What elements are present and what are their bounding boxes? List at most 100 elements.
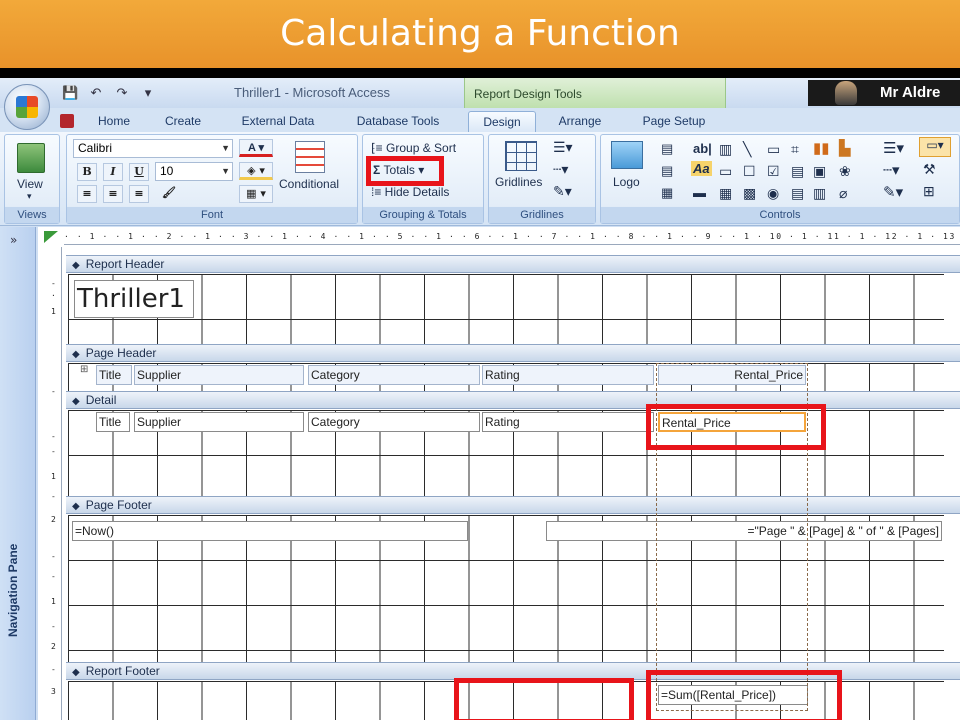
font-group: Calibri ▼ 10 ▼ B I U ≡ ≡ ≡ 🖌 A ▾ ◈ ▾ ▦ ▾… [66, 134, 358, 224]
line-type-2-icon[interactable]: ┄▾ [883, 161, 900, 179]
font-name-combo[interactable]: Calibri ▼ [73, 139, 233, 158]
view-dropdown-icon[interactable]: ▾ [27, 191, 32, 202]
tab-design[interactable]: Design [468, 111, 536, 132]
report-header-section[interactable]: Thriller1 [68, 274, 944, 344]
page-header-rental-price-label[interactable]: Rental_Price [658, 365, 806, 385]
logo-button[interactable]: Logo [613, 175, 640, 189]
align-center-icon[interactable]: ≡ [103, 185, 123, 203]
date-time-icon[interactable]: ▦ [661, 185, 673, 201]
font-size-combo[interactable]: 10 ▼ [155, 162, 233, 181]
report-design-surface[interactable]: · · 1 · · 1 · · 2 · · 1 · · 3 · · 1 · · … [38, 227, 960, 720]
save-icon[interactable]: 💾 [62, 86, 78, 102]
line-color-icon[interactable]: ✎▾ [553, 183, 572, 200]
move-handle-icon[interactable]: ⊞ [80, 364, 88, 375]
page-footer-section[interactable]: =Now() ="Page " & [Page] & " of " & [Pag… [68, 515, 944, 662]
image-tool-icon[interactable]: ▣ [813, 163, 826, 180]
page-break-icon[interactable]: ▤ [791, 185, 804, 202]
undo-icon[interactable]: ↶ [88, 86, 104, 102]
vertical-ruler-mark: - [51, 447, 56, 456]
control-wizards-icon[interactable]: ⊞ [923, 183, 935, 200]
fill-color-icon[interactable]: ◈ ▾ [239, 162, 273, 180]
bound-object-icon[interactable]: ▩ [743, 185, 756, 202]
tab-arrange[interactable]: Arrange [546, 111, 614, 132]
align-left-icon[interactable]: ≡ [77, 185, 97, 203]
tab-page-setup[interactable]: Page Setup [628, 111, 720, 132]
user-avatar-icon [835, 81, 857, 105]
check-box-icon[interactable]: ☑ [767, 163, 780, 180]
font-color-button[interactable]: A ▾ [239, 139, 273, 157]
detail-title-field[interactable]: Title [96, 412, 130, 432]
textbox-tool[interactable]: ab| [693, 141, 712, 156]
label-tool[interactable]: Aa [691, 161, 712, 176]
conditional-button[interactable]: Conditional [279, 177, 339, 191]
rectangle-tool-icon[interactable]: ☐ [743, 163, 756, 180]
access-app-icon[interactable] [60, 111, 74, 132]
combo-box-icon[interactable]: ▤ [791, 163, 804, 180]
tab-database-tools[interactable]: Database Tools [342, 111, 454, 132]
nav-pane-chevron-icon[interactable]: » [10, 233, 17, 247]
group-sort-icon: ⁅≡ [371, 141, 387, 155]
report-selector[interactable] [44, 231, 58, 243]
title-icon[interactable]: ▤ [661, 163, 673, 179]
font-size-value: 10 [160, 164, 174, 178]
page-header-title-label[interactable]: Title [96, 365, 132, 385]
report-header-bar[interactable]: ◆ Report Header [66, 255, 960, 273]
line-color-2-icon[interactable]: ✎▾ [883, 183, 903, 201]
italic-button[interactable]: I [103, 163, 123, 181]
button-tool-icon[interactable]: ▬ [693, 185, 706, 200]
line-type-icon[interactable]: ┄▾ [553, 161, 568, 178]
gridlines-group: Gridlines ☰▾ ┄▾ ✎▾ Gridlines [488, 134, 596, 224]
detail-rating-field[interactable]: Rating [482, 412, 654, 432]
detail-supplier-field[interactable]: Supplier [134, 412, 304, 432]
page-header-category-label[interactable]: Category [308, 365, 480, 385]
tab-create[interactable]: Create [154, 111, 212, 132]
toggle-button-icon[interactable]: ▭ [767, 141, 780, 158]
insert-chart-icon[interactable]: ▙ [839, 139, 851, 157]
line-thickness-2-icon[interactable]: ☰▾ [883, 139, 904, 157]
controls-group: Logo ▤ ▤ ▦ ab| Aa ▬ ▥ ╲ ▭ ⌗ ▮▮ ▙ ▭ ☐ ☑ ▤… [600, 134, 960, 224]
bold-button[interactable]: B [77, 163, 97, 181]
redo-icon[interactable]: ↷ [114, 86, 130, 102]
detail-category-field[interactable]: Category [308, 412, 480, 432]
vertical-ruler-mark: - [51, 387, 56, 396]
page-header-bar[interactable]: ◆ Page Header [66, 344, 960, 362]
page-footer-bar[interactable]: ◆ Page Footer [66, 496, 960, 514]
vertical-ruler-mark: - [51, 665, 56, 674]
option-group-icon[interactable]: ⌗ [791, 141, 799, 158]
subform-icon[interactable]: ▦ [719, 185, 732, 202]
view-button[interactable]: View [17, 177, 43, 191]
attachment-icon[interactable]: ▥ [813, 185, 826, 202]
group-sort-button[interactable]: ⁅≡ Group & Sort [371, 141, 456, 155]
tab-home[interactable]: Home [88, 111, 140, 132]
underline-button[interactable]: U [129, 163, 149, 181]
unbound-object-icon[interactable]: ❀ [839, 163, 851, 180]
gridlines-button[interactable]: Gridlines [495, 175, 542, 189]
page-header-section[interactable]: ⊞ Title Supplier Category Rating Rental_… [68, 363, 944, 391]
tab-external-data[interactable]: External Data [228, 111, 328, 132]
select-tool-icon[interactable]: ▭▾ [919, 137, 951, 157]
line-thickness-icon[interactable]: ☰▾ [553, 139, 573, 156]
page-header-supplier-label[interactable]: Supplier [134, 365, 304, 385]
gridlines-border-icon[interactable]: ▦ ▾ [239, 185, 273, 203]
format-painter-icon[interactable]: 🖌 [159, 185, 179, 203]
page-header-rating-label[interactable]: Rating [482, 365, 654, 385]
customize-qat-icon[interactable]: ▾ [140, 86, 156, 102]
vertical-ruler-mark: - [51, 432, 56, 441]
horizontal-ruler: · · 1 · · 1 · · 2 · · 1 · · 3 · · 1 · · … [64, 229, 960, 245]
list-box-icon[interactable]: ▭ [719, 163, 732, 180]
now-expression-control[interactable]: =Now() [72, 521, 468, 541]
paperclip-icon[interactable]: ⌀ [839, 185, 847, 202]
line-tool-icon[interactable]: ╲ [743, 141, 751, 158]
page-number-icon[interactable]: ▤ [661, 141, 673, 157]
chart-icon[interactable]: ▮▮ [813, 139, 830, 157]
font-group-label: Font [67, 207, 357, 223]
hide-details-button[interactable]: ⁞≡ Hide Details [371, 185, 449, 199]
option-button-icon[interactable]: ◉ [767, 185, 779, 202]
tab-control-icon[interactable]: ▥ [719, 141, 732, 158]
office-button[interactable] [4, 84, 50, 130]
navigation-pane[interactable]: » Navigation Pane [0, 227, 36, 720]
property-sheet-icon[interactable]: ⚒ [923, 161, 936, 178]
align-right-icon[interactable]: ≡ [129, 185, 149, 203]
page-number-expression-control[interactable]: ="Page " & [Page] & " of " & [Pages] [546, 521, 942, 541]
report-title-control[interactable]: Thriller1 [74, 280, 194, 318]
